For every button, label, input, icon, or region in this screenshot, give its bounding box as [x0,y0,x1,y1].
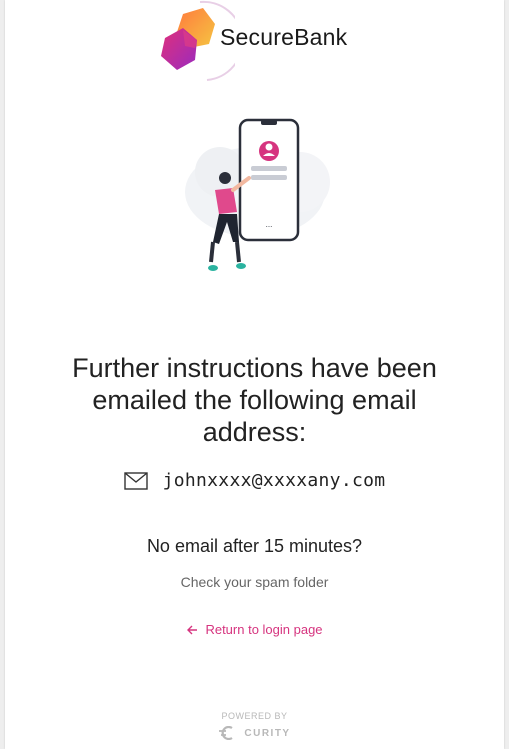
page-heading: Further instructions have been emailed t… [72,353,437,447]
email-address: johnxxxx@xxxxany.com [162,470,386,491]
brand-name: SecureBank [220,24,348,50]
curity-logo-icon [219,726,233,740]
email-row: johnxxxx@xxxxany.com [5,470,504,491]
arrow-left-icon [187,625,198,634]
return-to-login-link[interactable]: Return to login page [5,622,504,637]
vendor-name: CURITY [244,727,291,739]
phone-illustration: ... [175,112,350,287]
no-email-question: No email after 15 minutes? [146,536,363,556]
spam-hint: Check your spam folder [180,574,329,590]
svg-text:...: ... [266,220,273,229]
powered-by-label: POWERED BY [221,711,288,721]
curity-logo: CURITY [5,726,504,740]
mail-icon [123,471,148,490]
brand-logo: SecureBank [155,0,375,82]
login-card: SecureBank ... Further instructions have… [5,0,504,749]
return-link-label: Return to login page [205,622,323,637]
